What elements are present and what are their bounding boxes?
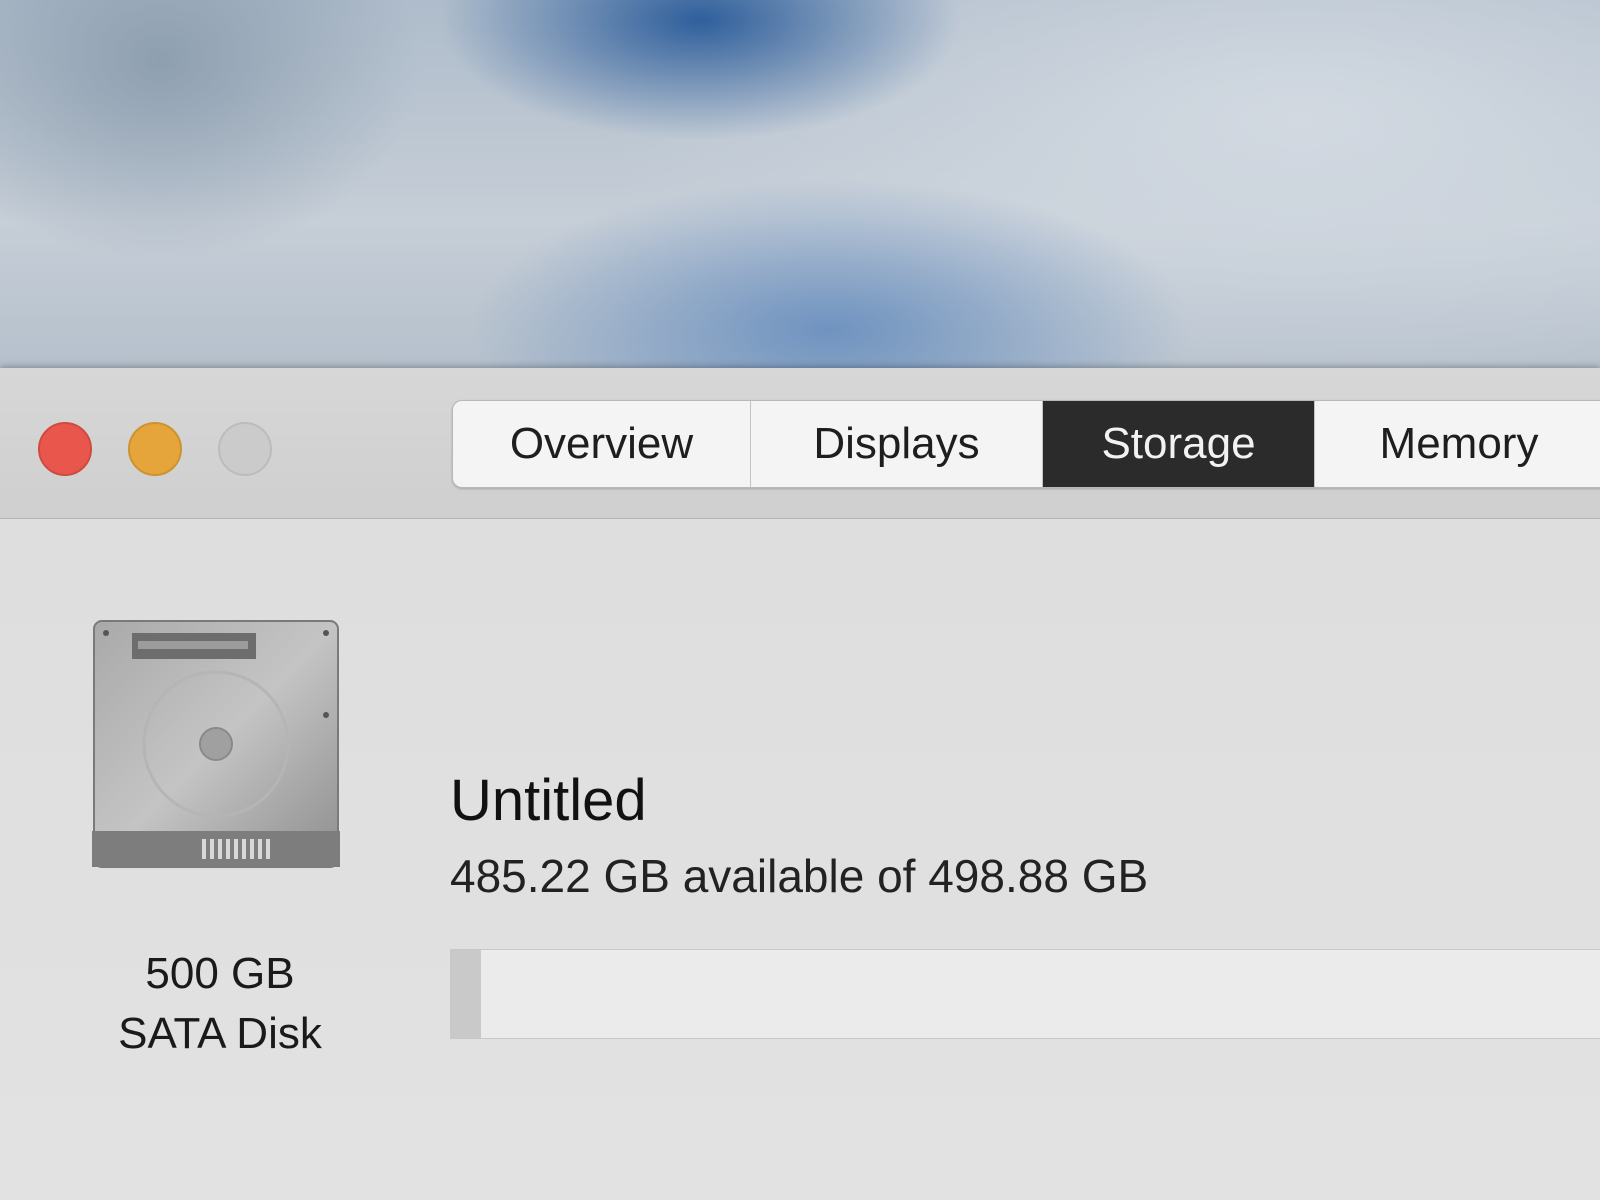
storage-usage-bar (450, 949, 1600, 1039)
storage-panel: 500 GB SATA Disk Untitled 485.22 GB avai… (0, 519, 1600, 1200)
tab-memory[interactable]: Memory (1315, 401, 1600, 487)
tab-bar: Overview Displays Storage Memory (452, 400, 1600, 488)
tab-displays[interactable]: Displays (751, 401, 1043, 487)
volume-space-text: 485.22 GB available of 498.88 GB (450, 850, 1149, 902)
desktop-wallpaper (0, 0, 1600, 370)
window-titlebar: Overview Displays Storage Memory (0, 368, 1600, 519)
zoom-button[interactable] (218, 422, 272, 476)
disk-size-label: 500 GB (145, 949, 295, 998)
about-this-mac-window: Overview Displays Storage Memory 500 GB … (0, 368, 1600, 1200)
minimize-button[interactable] (128, 422, 182, 476)
tab-storage[interactable]: Storage (1043, 401, 1315, 487)
tab-overview[interactable]: Overview (453, 401, 751, 487)
storage-usage-fill (450, 950, 482, 1038)
volume-name: Untitled (450, 768, 647, 833)
disk-type-label: SATA Disk (118, 1009, 322, 1058)
disk-caption: 500 GB SATA Disk (60, 944, 380, 1064)
close-button[interactable] (38, 422, 92, 476)
hard-disk-icon (92, 620, 340, 868)
